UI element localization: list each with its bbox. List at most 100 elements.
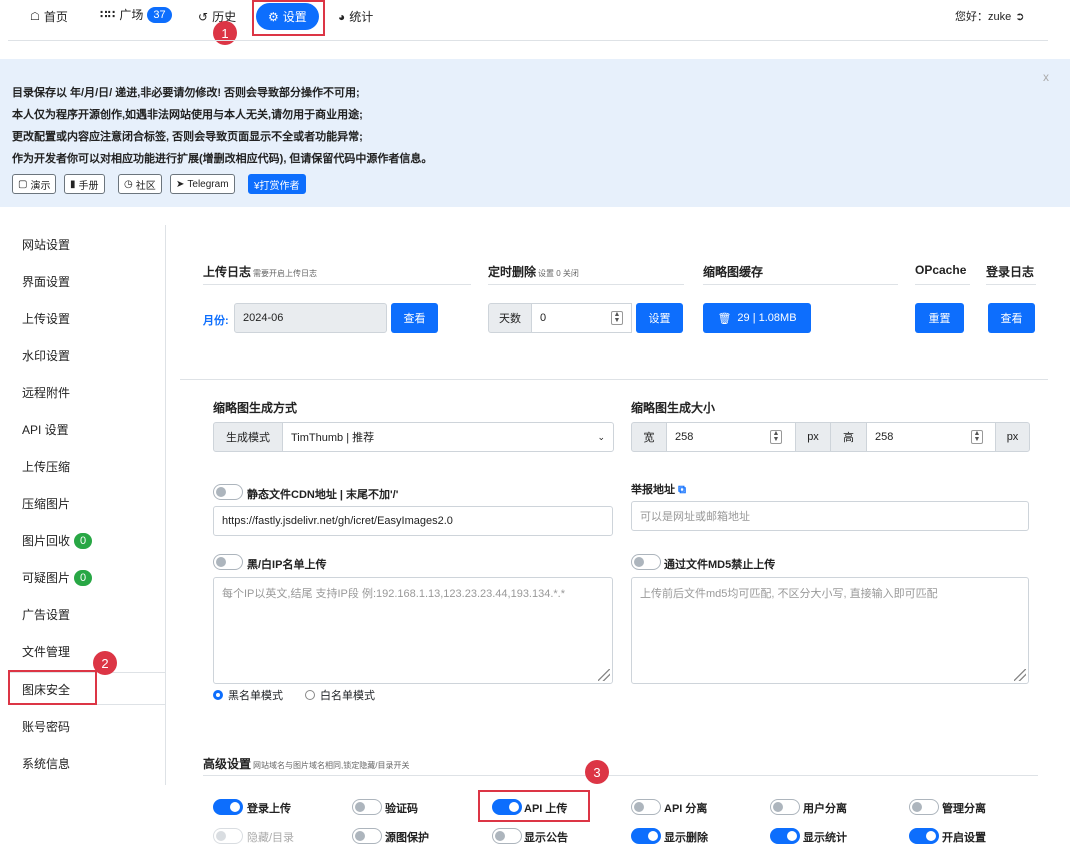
toggle-label: 验证码 (385, 803, 418, 815)
toggle-admin-separate[interactable] (909, 799, 939, 815)
donate-button[interactable]: ¥打赏作者 (248, 174, 306, 194)
days-stepper[interactable]: ▲ ▼ (611, 311, 623, 325)
cdn-input[interactable]: https://fastly.jsdelivr.net/gh/icret/Eas… (213, 506, 613, 536)
ip-list-textarea[interactable]: 每个IP以英文,结尾 支持IP段 例:192.168.1.13,123.23.2… (213, 577, 613, 684)
width-unit: px (795, 422, 831, 452)
manual-label: 手册 (78, 180, 99, 192)
ip-list-placeholder: 每个IP以英文,结尾 支持IP段 例:192.168.1.13,123.23.2… (222, 588, 566, 600)
resize-grip-icon[interactable] (598, 669, 610, 681)
square-count-badge: 37 (147, 6, 172, 23)
sidebar-divider (165, 225, 166, 785)
radio-checked-icon (213, 690, 223, 700)
sidebar-item-account[interactable]: 账号密码 (22, 718, 70, 735)
advanced-hint: 网站域名与图片域名相同,锁定隐藏/目录开关 (253, 761, 410, 770)
sidebar-item-suspicious[interactable]: 可疑图片 0 (22, 569, 93, 586)
sidebar-item-label: 账号密码 (22, 720, 71, 734)
logout-icon: ➲ (1015, 10, 1025, 23)
toggle-enable-settings[interactable] (909, 828, 939, 844)
month-input[interactable]: 2024-06 (234, 303, 387, 333)
thumb-mode-title: 缩略图生成方式 (213, 401, 298, 415)
sidebar-item-remote[interactable]: 远程附件 (22, 384, 70, 401)
sidebar-item-label: 广告设置 (22, 608, 71, 622)
report-input[interactable]: 可以是网址或邮箱地址 (631, 501, 1029, 531)
toggle-show-notice[interactable] (492, 828, 522, 844)
thumb-cache-value: 29 | 1.08MB (737, 312, 797, 324)
whitelist-label: 白名单模式 (320, 690, 375, 702)
toggle-api-separate[interactable] (631, 799, 661, 815)
height-stepper[interactable]: ▲ ▼ (971, 430, 983, 444)
toggle-label: 源图保护 (385, 832, 429, 844)
sidebar-item-compress-upload[interactable]: 上传压缩 (22, 458, 70, 475)
sidebar-item-ui[interactable]: 界面设置 (22, 273, 70, 290)
sidebar-item-upload[interactable]: 上传设置 (22, 310, 70, 327)
thumb-mode-addon: 生成模式 (213, 422, 283, 452)
community-label: 社区 (135, 180, 156, 192)
notice-line: 更改配置或内容应注意闭合标签, 否则会导致页面显示不全或者功能异常; (12, 131, 363, 143)
toggle-show-delete[interactable] (631, 828, 661, 844)
sidebar-item-label: 远程附件 (22, 386, 71, 400)
sidebar-item-system[interactable]: 系统信息 (22, 755, 70, 772)
donate-label: ¥打赏作者 (254, 180, 300, 192)
sidebar-item-label: 水印设置 (22, 349, 71, 363)
md5-textarea[interactable]: 上传前后文件md5均可匹配, 不区分大小写, 直接输入即可匹配 (631, 577, 1029, 684)
width-stepper[interactable]: ▲ ▼ (770, 430, 782, 444)
toggle-show-stats[interactable] (770, 828, 800, 844)
toggle-user-separate[interactable] (770, 799, 800, 815)
cdn-toggle[interactable] (213, 484, 243, 500)
sidebar-item-site[interactable]: 网站设置 (22, 236, 70, 253)
toggle-login-upload[interactable] (213, 799, 243, 815)
reset-opcache-button[interactable]: 重置 (915, 303, 964, 333)
height-addon: 高 (830, 422, 867, 452)
md5-title: 通过文件MD5禁止上传 (664, 559, 776, 571)
sidebar-item-watermark[interactable]: 水印设置 (22, 347, 70, 364)
nav-square[interactable]: ∷∷ 广场 37 (100, 6, 172, 23)
whitelist-radio[interactable]: 白名单模式 (305, 687, 375, 703)
sidebar-item-recycle[interactable]: 图片回收 0 (22, 532, 93, 549)
sidebar-item-api[interactable]: API 设置 (22, 421, 69, 438)
sidebar-item-label: 图片回收 (22, 534, 71, 548)
view-upload-log-button[interactable]: 查看 (391, 303, 438, 333)
upload-log-title-text: 上传日志 (203, 265, 252, 279)
toggle-captcha[interactable] (352, 799, 382, 815)
nav-home[interactable]: ☖ 首页 (30, 8, 68, 25)
telegram-button[interactable]: ➤ Telegram (170, 174, 235, 194)
blacklist-label: 黑名单模式 (228, 690, 283, 702)
community-button[interactable]: ◷ 社区 (118, 174, 162, 194)
sidebar-item-label: 文件管理 (22, 645, 71, 659)
sidebar-item-label: 界面设置 (22, 275, 71, 289)
set-delete-button[interactable]: 设置 (636, 303, 683, 333)
sidebar-item-files[interactable]: 文件管理 (22, 643, 70, 660)
toggle-label: 显示统计 (803, 832, 847, 844)
ip-list-toggle[interactable] (213, 554, 243, 570)
sidebar-item-label: API 设置 (22, 423, 69, 437)
annotation-marker-3: 3 (585, 760, 609, 784)
divider (488, 284, 684, 285)
external-link-icon[interactable]: ⧉ (678, 484, 686, 496)
sidebar-item-ads[interactable]: 广告设置 (22, 606, 70, 623)
home-icon: ☖ (30, 11, 40, 23)
nav-home-label: 首页 (43, 10, 68, 24)
divider (703, 284, 898, 285)
clear-thumb-cache-button[interactable]: 🗑 29 | 1.08MB (703, 303, 811, 333)
resize-grip-icon[interactable] (1014, 669, 1026, 681)
advanced-title-text: 高级设置 (203, 757, 252, 771)
user-greeting[interactable]: 您好：zuke ➲ (955, 8, 1024, 24)
nav-stats[interactable]: ◕ 统计 (338, 8, 373, 25)
sidebar-item-label: 系统信息 (22, 757, 71, 771)
notice-close-button[interactable]: x (1043, 70, 1049, 84)
view-login-log-button[interactable]: 查看 (988, 303, 1035, 333)
greeting-text: 您好：zuke (955, 11, 1012, 23)
history-icon: ↺ (198, 9, 209, 24)
thumb-mode-select[interactable]: TimThumb | 推荐 ⌄ (282, 422, 614, 452)
thumb-mode-value: TimThumb | 推荐 (291, 432, 375, 444)
upload-log-hint: 需要开启上传日志 (253, 269, 318, 278)
md5-toggle[interactable] (631, 554, 661, 570)
sidebar-item-compress-images[interactable]: 压缩图片 (22, 495, 70, 512)
toggle-label: 隐藏/目录 (247, 832, 295, 844)
manual-button[interactable]: ▮ 手册 (64, 174, 105, 194)
blacklist-radio[interactable]: 黑名单模式 (213, 687, 283, 703)
toggle-source-protect[interactable] (352, 828, 382, 844)
annotation-box-3 (478, 790, 590, 822)
toggle-hide-directory[interactable] (213, 828, 243, 844)
demo-button[interactable]: ▢ 演示 (12, 174, 57, 194)
